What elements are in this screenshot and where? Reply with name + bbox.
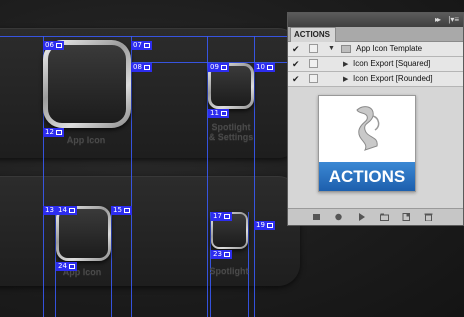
panel-bottom-toolbar — [288, 208, 463, 225]
tab-actions[interactable]: ACTIONS — [290, 27, 336, 42]
slice-number: 15 — [113, 206, 122, 214]
trash-icon[interactable] — [424, 213, 433, 221]
new-set-folder-icon[interactable] — [380, 213, 389, 221]
folder-icon — [341, 45, 351, 53]
expand-triangle-icon[interactable]: ▼ — [328, 45, 335, 52]
slice-number: 12 — [45, 128, 54, 136]
slice-label[interactable]: 07 — [131, 41, 152, 50]
action-set-label: App Icon Template — [356, 44, 423, 53]
guide-vertical[interactable] — [248, 212, 249, 317]
slice-number: 07 — [133, 41, 142, 49]
panel-menu-icon[interactable]: |▾≡ — [448, 15, 459, 24]
guide-vertical[interactable] — [131, 36, 132, 317]
actions-logo-band: ACTIONS — [319, 162, 415, 191]
action-row[interactable]: ✔ ▼ App Icon Template — [288, 42, 463, 57]
slice-label[interactable]: 09 — [208, 63, 229, 72]
slice-icon — [55, 130, 62, 135]
slice-icon — [68, 264, 75, 269]
slice-number: 08 — [133, 63, 142, 71]
slice-label[interactable]: 24 — [56, 262, 77, 271]
record-icon[interactable] — [334, 213, 343, 221]
slice-label[interactable]: 08 — [131, 63, 152, 72]
collapse-double-arrow-icon[interactable]: ▸▸ — [435, 15, 441, 24]
panel-titlebar[interactable]: ▸▸ |▾≡ — [288, 13, 463, 27]
slice-number: 17 — [213, 212, 222, 220]
slice-icon — [223, 252, 230, 257]
action-row[interactable]: ✔ ▶ Icon Export [Squared] — [288, 57, 463, 72]
dialog-toggle-box[interactable] — [309, 59, 318, 68]
check-icon[interactable]: ✔ — [292, 44, 302, 54]
expand-triangle-icon[interactable]: ▶ — [343, 75, 348, 83]
dialog-toggle-box[interactable] — [309, 44, 318, 53]
app-icon-large[interactable] — [43, 40, 131, 128]
slice-label[interactable]: 06 — [43, 41, 64, 50]
caption-app-icon: App Icon — [66, 135, 106, 145]
slice-number: 14 — [58, 206, 67, 214]
caption-settings: & Settings — [208, 132, 254, 142]
slice-icon — [266, 223, 273, 228]
slice-number: 19 — [256, 221, 265, 229]
action-label: Icon Export [Squared] — [353, 59, 431, 68]
slice-label[interactable]: 10 — [254, 63, 275, 72]
slice-icon — [223, 214, 230, 219]
guide-vertical[interactable] — [111, 206, 112, 317]
expand-triangle-icon[interactable]: ▶ — [343, 60, 348, 68]
slice-label[interactable]: 19 — [254, 221, 275, 230]
slice-number: 11 — [210, 109, 219, 117]
slice-number: 13 — [45, 206, 54, 214]
slice-label[interactable]: 12 — [43, 128, 64, 137]
slice-icon — [266, 65, 273, 70]
actions-logo-image: ACTIONS — [318, 95, 416, 192]
slice-label[interactable]: 11 — [208, 109, 229, 118]
panel-tab-row: ACTIONS — [288, 27, 463, 42]
action-label: Icon Export [Rounded] — [353, 74, 433, 83]
slice-icon — [143, 65, 150, 70]
slice-icon — [143, 43, 150, 48]
check-icon[interactable]: ✔ — [292, 59, 302, 69]
stop-icon[interactable] — [312, 213, 321, 221]
slice-number: 24 — [58, 262, 67, 270]
slice-label[interactable]: 17 — [211, 212, 232, 221]
slice-icon — [220, 111, 227, 116]
slice-number: 06 — [45, 41, 54, 49]
slice-icon — [220, 65, 227, 70]
slice-label[interactable]: 13 — [43, 206, 56, 215]
actions-panel: ▸▸ |▾≡ ACTIONS ✔ ▼ App Icon Template ✔ ▶… — [287, 12, 464, 226]
new-action-icon[interactable] — [402, 213, 411, 221]
slice-icon — [55, 43, 62, 48]
play-icon[interactable] — [357, 213, 366, 221]
slice-label[interactable]: 15 — [111, 206, 132, 215]
slice-icon — [123, 208, 130, 213]
slice-number: 23 — [213, 250, 222, 258]
slice-label[interactable]: 23 — [211, 250, 232, 259]
check-icon[interactable]: ✔ — [292, 74, 302, 84]
caption-spotlight: Spotlight — [209, 266, 249, 276]
action-row[interactable]: ✔ ▶ Icon Export [Rounded] — [288, 72, 463, 87]
slice-icon — [68, 208, 75, 213]
slice-number: 10 — [256, 63, 265, 71]
caption-spotlight: Spotlight — [211, 122, 251, 132]
dialog-toggle-box[interactable] — [309, 74, 318, 83]
slice-number: 09 — [210, 63, 219, 71]
scroll-icon — [356, 106, 380, 151]
slice-label[interactable]: 14 — [56, 206, 77, 215]
